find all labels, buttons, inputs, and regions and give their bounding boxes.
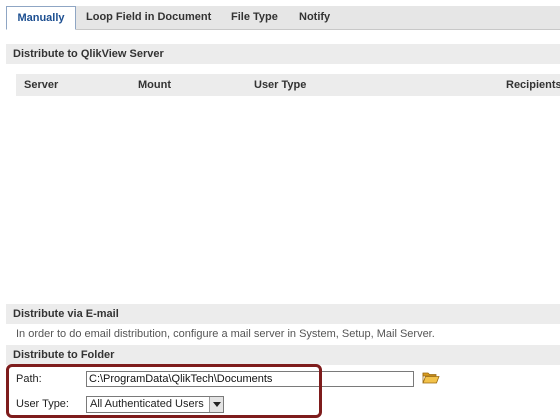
chevron-down-icon (213, 402, 221, 407)
path-input[interactable] (86, 371, 414, 387)
server-table-header: Server Mount User Type Recipients (16, 74, 560, 96)
column-header-mount[interactable]: Mount (138, 74, 171, 96)
path-label: Path: (16, 373, 42, 385)
dropdown-arrow-button[interactable] (209, 397, 223, 412)
qlikview-server-section-title: Distribute to QlikView Server (6, 44, 560, 64)
tab-bar: Manually Loop Field in Document File Typ… (6, 6, 560, 30)
tab-notify[interactable]: Notify (299, 6, 330, 29)
tab-manually[interactable]: Manually (6, 6, 76, 30)
column-header-server[interactable]: Server (24, 74, 58, 96)
column-header-user-type[interactable]: User Type (254, 74, 306, 96)
email-section-title: Distribute via E-mail (6, 304, 560, 324)
user-type-select[interactable]: All Authenticated Users (86, 396, 224, 413)
browse-folder-button[interactable] (422, 370, 440, 386)
user-type-selected-value: All Authenticated Users (90, 398, 204, 410)
email-info-text: In order to do email distribution, confi… (16, 328, 435, 340)
folder-open-icon (422, 372, 440, 384)
folder-section-title: Distribute to Folder (6, 345, 560, 365)
user-type-label: User Type: (16, 398, 69, 410)
column-header-recipients[interactable]: Recipients (506, 74, 560, 96)
tab-file-type[interactable]: File Type (231, 6, 278, 29)
tab-loop-field-in-document[interactable]: Loop Field in Document (86, 6, 211, 29)
